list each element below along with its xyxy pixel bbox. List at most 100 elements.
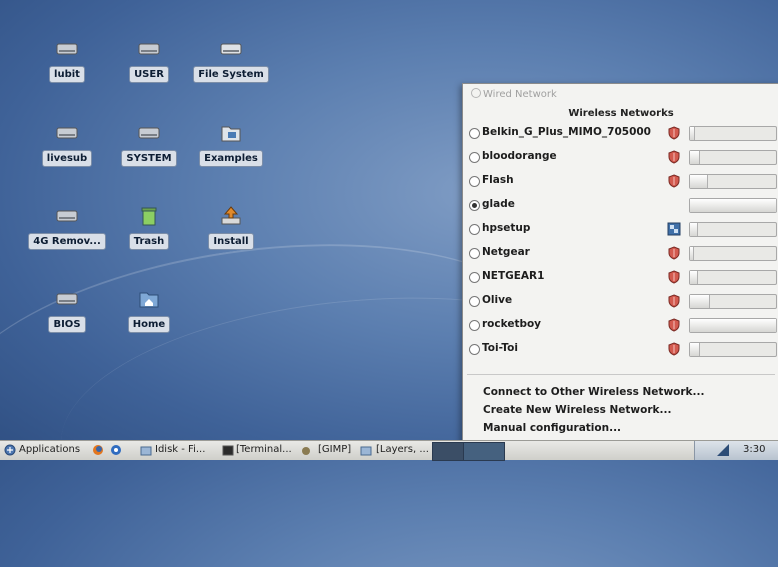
trash-icon bbox=[141, 207, 157, 226]
radio-button[interactable] bbox=[469, 296, 480, 307]
signal-strength-bar bbox=[689, 270, 777, 285]
wireless-network-row[interactable]: Toi-Toi bbox=[469, 340, 777, 360]
home-folder-icon bbox=[139, 292, 159, 308]
signal-strength-fill bbox=[690, 175, 709, 188]
wireless-network-row[interactable]: bloodorange bbox=[469, 148, 777, 168]
signal-strength-bar bbox=[689, 126, 777, 141]
install-icon bbox=[221, 206, 241, 225]
task-file-manager[interactable]: Idisk - Fi... bbox=[155, 444, 205, 455]
connect-other-network-item[interactable]: Connect to Other Wireless Network... bbox=[483, 386, 704, 398]
shield-icon bbox=[668, 150, 680, 164]
wired-network-item: Wired Network bbox=[471, 88, 557, 100]
drive-icon bbox=[138, 127, 160, 139]
signal-strength-bar bbox=[689, 294, 777, 309]
wireless-network-row[interactable]: Netgear bbox=[469, 244, 777, 264]
signal-strength-bar bbox=[689, 174, 777, 189]
desktop-icon-user[interactable]: USER bbox=[104, 38, 194, 83]
desktop-icon-label: SYSTEM bbox=[121, 150, 177, 167]
clock[interactable]: 3:30 bbox=[743, 444, 765, 455]
desktop-icon-install[interactable]: Install bbox=[186, 205, 276, 250]
shield-icon bbox=[668, 318, 680, 332]
signal-strength-fill bbox=[690, 295, 710, 308]
task-layers[interactable]: [Layers, ... bbox=[376, 444, 429, 455]
desktop-icon-livesub[interactable]: livesub bbox=[22, 122, 112, 167]
desktop-icon-label: 4G Remov... bbox=[28, 233, 106, 250]
shield-icon bbox=[668, 342, 680, 356]
desktop-icon-trash[interactable]: Trash bbox=[104, 205, 194, 250]
workspace-switcher-2[interactable] bbox=[463, 442, 505, 461]
desktop-icon-label: lubit bbox=[49, 66, 85, 83]
help-launcher-icon[interactable] bbox=[110, 444, 122, 456]
radio-button[interactable] bbox=[469, 152, 480, 163]
network-name: Flash bbox=[482, 174, 514, 186]
radio-button[interactable] bbox=[469, 200, 480, 211]
wireless-network-row[interactable]: Belkin_G_Plus_MIMO_705000 bbox=[469, 124, 777, 144]
shield-icon bbox=[668, 270, 680, 284]
desktop-icon-label: BIOS bbox=[48, 316, 86, 333]
folder-icon bbox=[221, 126, 241, 142]
signal-strength-fill bbox=[690, 223, 698, 236]
layers-task-icon bbox=[360, 446, 372, 456]
wireless-network-row[interactable]: rocketboy bbox=[469, 316, 777, 336]
wireless-network-row[interactable]: Olive bbox=[469, 292, 777, 312]
system-tray: 3:30 bbox=[694, 441, 778, 460]
wireless-network-row[interactable]: glade bbox=[469, 196, 777, 216]
adhoc-icon bbox=[667, 222, 681, 236]
applications-menu[interactable]: Applications bbox=[19, 444, 80, 455]
desktop-icon-bios[interactable]: BIOS bbox=[22, 288, 112, 333]
network-name: Olive bbox=[482, 294, 513, 306]
drive-icon bbox=[56, 127, 78, 139]
wireless-network-row[interactable]: hpsetup bbox=[469, 220, 777, 240]
network-name: NETGEAR1 bbox=[482, 270, 545, 282]
drive-icon bbox=[56, 293, 78, 305]
signal-strength-fill bbox=[690, 271, 698, 284]
drive-icon bbox=[56, 43, 78, 55]
radio-button[interactable] bbox=[469, 272, 480, 283]
signal-strength-fill bbox=[690, 127, 696, 140]
firefox-launcher-icon[interactable] bbox=[92, 444, 104, 456]
desktop-icon-4g-removable[interactable]: 4G Remov... bbox=[22, 205, 112, 250]
taskbar: Applications Idisk - Fi... [Terminal... … bbox=[0, 440, 778, 461]
desktop-icon-lubit[interactable]: lubit bbox=[22, 38, 112, 83]
radio-button[interactable] bbox=[469, 320, 480, 331]
radio-button[interactable] bbox=[469, 176, 480, 187]
signal-strength-bar bbox=[689, 222, 777, 237]
radio-button[interactable] bbox=[469, 248, 480, 259]
radio-button[interactable] bbox=[469, 344, 480, 355]
desktop-icon-label: File System bbox=[193, 66, 269, 83]
drive-icon bbox=[138, 43, 160, 55]
network-name: bloodorange bbox=[482, 150, 557, 162]
applications-menu-icon bbox=[4, 444, 16, 456]
gimp-task-icon bbox=[302, 447, 310, 455]
task-terminal[interactable]: [Terminal... bbox=[236, 444, 292, 455]
desktop-icon-system[interactable]: SYSTEM bbox=[104, 122, 194, 167]
drive-icon bbox=[220, 43, 242, 55]
network-menu: Wired Network Wireless Networks Belkin_G… bbox=[462, 83, 778, 445]
shield-icon bbox=[668, 246, 680, 260]
wired-network-label: Wired Network bbox=[483, 89, 557, 100]
workspace-switcher-1[interactable] bbox=[432, 442, 464, 461]
network-name: Netgear bbox=[482, 246, 530, 258]
wireless-network-row[interactable]: Flash bbox=[469, 172, 777, 192]
signal-strength-bar bbox=[689, 318, 777, 333]
desktop-icon-label: Install bbox=[208, 233, 254, 250]
wireless-network-row[interactable]: NETGEAR1 bbox=[469, 268, 777, 288]
desktop-icon-home[interactable]: Home bbox=[104, 288, 194, 333]
manual-configuration-item[interactable]: Manual configuration... bbox=[483, 422, 621, 434]
create-new-network-item[interactable]: Create New Wireless Network... bbox=[483, 404, 671, 416]
desktop-icon-label: Examples bbox=[199, 150, 263, 167]
task-gimp[interactable]: [GIMP] bbox=[318, 444, 351, 455]
signal-strength-bar bbox=[689, 246, 777, 261]
signal-strength-fill bbox=[690, 319, 777, 332]
radio-button[interactable] bbox=[469, 128, 480, 139]
signal-strength-fill bbox=[690, 151, 700, 164]
network-signal-icon[interactable] bbox=[715, 443, 731, 457]
shield-icon bbox=[668, 126, 680, 140]
signal-strength-fill bbox=[690, 247, 695, 260]
desktop-icon-examples[interactable]: Examples bbox=[186, 122, 276, 167]
radio-button[interactable] bbox=[469, 224, 480, 235]
network-name: rocketboy bbox=[482, 318, 542, 330]
drive-icon bbox=[56, 210, 78, 222]
network-name: hpsetup bbox=[482, 222, 531, 234]
desktop-icon-file-system[interactable]: File System bbox=[186, 38, 276, 83]
